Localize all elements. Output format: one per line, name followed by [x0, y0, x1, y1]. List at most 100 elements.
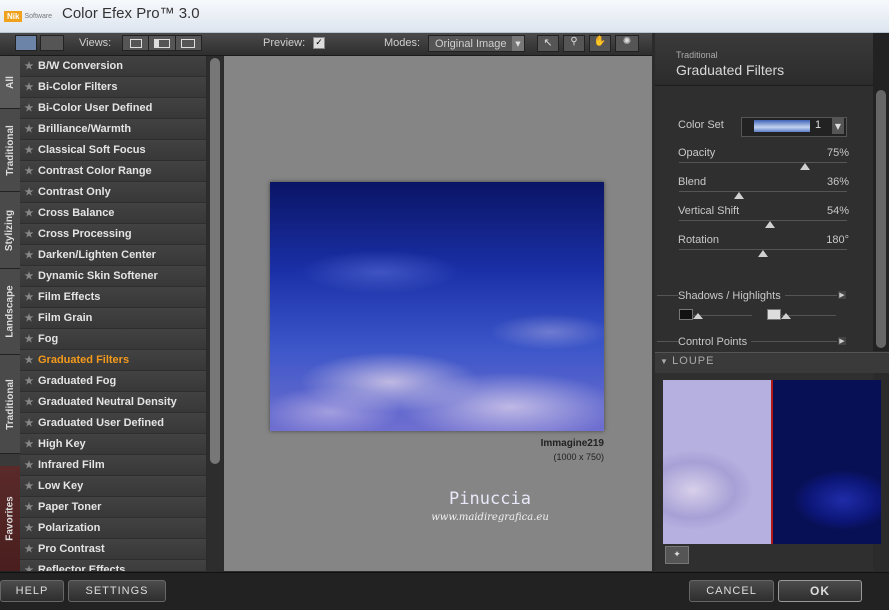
cancel-button[interactable]: CANCEL	[689, 580, 774, 602]
tab-traditional-2[interactable]: Traditional	[0, 355, 20, 454]
view-mode-group	[122, 35, 202, 51]
color-set-swatch	[754, 120, 810, 132]
slider-knob[interactable]	[800, 163, 810, 170]
panel-category: Traditional	[676, 50, 718, 60]
filter-item[interactable]: ★ Contrast Color Range	[20, 161, 206, 182]
zoom-tool-icon[interactable]: ⚲	[563, 35, 585, 52]
favorite-star-icon[interactable]: ★	[20, 141, 38, 160]
favorite-star-icon[interactable]: ★	[20, 57, 38, 76]
favorite-star-icon[interactable]: ★	[20, 540, 38, 559]
filter-item-label: Film Grain	[38, 311, 93, 324]
filter-item-label: Cross Balance	[38, 206, 115, 219]
tab-favorites[interactable]: Favorites	[0, 466, 20, 572]
logo-text: Nik	[4, 10, 23, 22]
favorite-star-icon[interactable]: ★	[20, 456, 38, 475]
highlights-slider-knob[interactable]	[781, 313, 791, 319]
filter-item[interactable]: ★ Graduated Neutral Density	[20, 392, 206, 413]
filter-item[interactable]: ★ Darken/Lighten Center	[20, 245, 206, 266]
filter-item[interactable]: ★ Classical Soft Focus	[20, 140, 206, 161]
pin-icon[interactable]: ✦	[665, 546, 689, 564]
filter-item[interactable]: ★ Film Effects	[20, 287, 206, 308]
favorite-star-icon[interactable]: ★	[20, 267, 38, 286]
slider-knob[interactable]	[765, 221, 775, 228]
favorite-star-icon[interactable]: ★	[20, 330, 38, 349]
filter-item[interactable]: ★ Graduated User Defined	[20, 413, 206, 434]
favorite-star-icon[interactable]: ★	[20, 99, 38, 118]
tab-all[interactable]: All	[0, 56, 20, 109]
favorite-star-icon[interactable]: ★	[20, 204, 38, 223]
filter-item[interactable]: ★ Low Key	[20, 476, 206, 497]
filter-item[interactable]: ★ Reflector Effects	[20, 560, 206, 571]
filter-item[interactable]: ★ Brilliance/Warmth	[20, 119, 206, 140]
favorite-star-icon[interactable]: ★	[20, 78, 38, 97]
filter-item[interactable]: ★ Paper Toner	[20, 497, 206, 518]
favorite-star-icon[interactable]: ★	[20, 414, 38, 433]
hand-tool-icon[interactable]: ✋	[589, 35, 611, 52]
slider-value: 180°	[826, 234, 849, 246]
favorite-star-icon[interactable]: ★	[20, 162, 38, 181]
filter-item[interactable]: ★ Cross Balance	[20, 203, 206, 224]
favorite-star-icon[interactable]: ★	[20, 372, 38, 391]
preview-checkbox[interactable]: ✓	[313, 37, 325, 49]
filter-item[interactable]: ★ Graduated Filters	[20, 350, 206, 371]
favorite-star-icon[interactable]: ★	[20, 120, 38, 139]
filter-item[interactable]: ★ Film Grain	[20, 308, 206, 329]
settings-button[interactable]: SETTINGS	[68, 580, 166, 602]
filter-item-label: Dynamic Skin Softener	[38, 269, 158, 282]
slider-label: Opacity	[678, 147, 716, 159]
single-view-icon[interactable]	[15, 35, 37, 51]
filter-list-scroll-thumb[interactable]	[210, 58, 220, 464]
tab-landscape[interactable]: Landscape	[0, 269, 20, 355]
watermark-url: www.maidiregrafica.eu	[431, 512, 549, 523]
chevron-down-icon[interactable]: ▼	[832, 118, 844, 134]
mode-select[interactable]: Original Image ▼	[428, 35, 525, 52]
favorite-star-icon[interactable]: ★	[20, 561, 38, 572]
favorite-star-icon[interactable]: ★	[20, 519, 38, 538]
favorite-star-icon[interactable]: ★	[20, 183, 38, 202]
control-points-label[interactable]: Control Points	[678, 336, 752, 348]
expand-arrow-icon[interactable]: ▶	[838, 337, 846, 345]
filter-item[interactable]: ★ B/W Conversion	[20, 56, 206, 77]
slider-knob[interactable]	[758, 250, 768, 257]
tab-stylizing[interactable]: Stylizing	[0, 192, 20, 269]
favorite-star-icon[interactable]: ★	[20, 393, 38, 412]
filter-item-label: Bi-Color Filters	[38, 80, 118, 93]
shadows-swatch	[679, 309, 693, 320]
favorite-star-icon[interactable]: ★	[20, 435, 38, 454]
view-split-button[interactable]	[149, 36, 176, 50]
filter-item[interactable]: ★ High Key	[20, 434, 206, 455]
favorite-star-icon[interactable]: ★	[20, 309, 38, 328]
filter-item[interactable]: ★ Dynamic Skin Softener	[20, 266, 206, 287]
shadows-slider-knob[interactable]	[693, 313, 703, 319]
expand-arrow-icon[interactable]: ▶	[838, 291, 846, 299]
help-button[interactable]: HELP	[0, 580, 64, 602]
filter-item[interactable]: ★ Polarization	[20, 518, 206, 539]
filter-item[interactable]: ★ Fog	[20, 329, 206, 350]
filter-item[interactable]: ★ Contrast Only	[20, 182, 206, 203]
filter-item[interactable]: ★ Bi-Color User Defined	[20, 98, 206, 119]
bulb-tool-icon[interactable]: ✺	[615, 35, 639, 52]
pointer-tool-icon[interactable]: ↖	[537, 35, 559, 52]
panel-scroll-thumb[interactable]	[876, 90, 886, 348]
filter-item[interactable]: ★ Graduated Fog	[20, 371, 206, 392]
slider-knob[interactable]	[734, 192, 744, 199]
favorite-star-icon[interactable]: ★	[20, 498, 38, 517]
filter-item[interactable]: ★ Infrared Film	[20, 455, 206, 476]
filter-item[interactable]: ★ Cross Processing	[20, 224, 206, 245]
tab-traditional[interactable]: Traditional	[0, 109, 20, 192]
filter-item-label: Contrast Only	[38, 185, 111, 198]
favorite-star-icon[interactable]: ★	[20, 288, 38, 307]
favorite-star-icon[interactable]: ★	[20, 477, 38, 496]
view-full-button[interactable]	[123, 36, 150, 50]
ok-button[interactable]: OK	[778, 580, 862, 602]
view-side-button[interactable]	[176, 36, 201, 50]
favorite-star-icon[interactable]: ★	[20, 351, 38, 370]
split-view-icon[interactable]	[40, 35, 64, 51]
filter-item[interactable]: ★ Pro Contrast	[20, 539, 206, 560]
filter-item[interactable]: ★ Bi-Color Filters	[20, 77, 206, 98]
preview-image[interactable]	[270, 182, 604, 431]
shadows-highlights-label[interactable]: Shadows / Highlights	[678, 290, 785, 302]
favorite-star-icon[interactable]: ★	[20, 225, 38, 244]
favorite-star-icon[interactable]: ★	[20, 246, 38, 265]
image-name: Immagine219	[540, 438, 604, 449]
